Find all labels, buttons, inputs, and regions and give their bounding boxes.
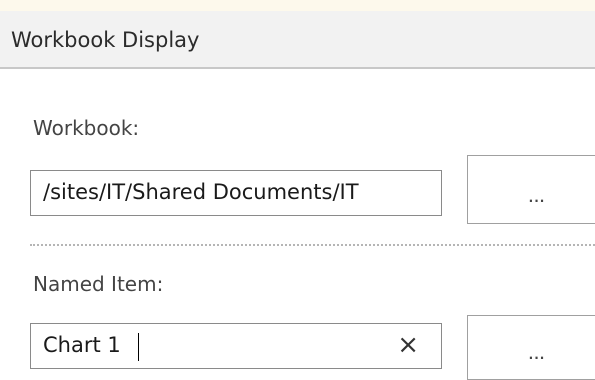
clear-icon[interactable]: × — [397, 331, 419, 359]
named-item-browse-button[interactable]: ... — [467, 315, 595, 380]
named-item-input[interactable]: Chart 1 × — [30, 323, 442, 369]
named-item-browse-label: ... — [528, 348, 546, 362]
text-caret — [138, 333, 139, 361]
workbook-input[interactable]: /sites/IT/Shared Documents/IT — [30, 170, 442, 216]
section-title: Workbook Display — [11, 28, 200, 52]
separator — [30, 244, 595, 246]
named-item-input-value: Chart 1 — [43, 333, 121, 357]
named-item-label: Named Item: — [33, 272, 164, 296]
workbook-label: Workbook: — [33, 116, 140, 140]
top-strip — [0, 0, 595, 11]
section-header: Workbook Display — [0, 11, 595, 69]
workbook-input-value: /sites/IT/Shared Documents/IT — [43, 180, 359, 204]
workbook-browse-button[interactable]: ... — [467, 155, 595, 224]
workbook-browse-label: ... — [528, 191, 546, 205]
